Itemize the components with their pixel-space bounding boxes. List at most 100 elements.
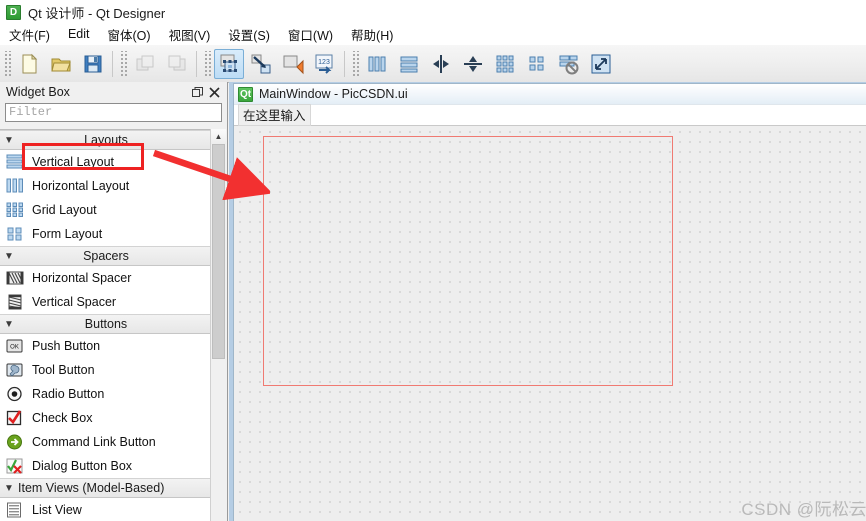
mdi-titlebar[interactable]: Qt MainWindow - PicCSDN.ui bbox=[234, 84, 866, 105]
widget-horizontal-layout[interactable]: Horizontal Layout bbox=[0, 174, 212, 198]
menu-file[interactable]: 文件(F) bbox=[0, 23, 59, 47]
widget-label: Check Box bbox=[32, 411, 93, 425]
save-form-button[interactable] bbox=[78, 49, 108, 79]
csdn-watermark: CSDN @阮松云 bbox=[741, 500, 866, 519]
widget-vertical-spacer[interactable]: Vertical Spacer bbox=[0, 290, 212, 314]
widget-label: Grid Layout bbox=[32, 203, 97, 217]
redo-button[interactable] bbox=[162, 49, 192, 79]
group-header-buttons[interactable]: ▼ Buttons bbox=[0, 314, 212, 334]
window-title: Qt 设计师 - Qt Designer bbox=[28, 5, 166, 21]
form-layout-icon bbox=[3, 224, 27, 244]
adjust-size-button[interactable] bbox=[586, 49, 616, 79]
widget-dialog-button-box[interactable]: Dialog Button Box bbox=[0, 454, 212, 478]
widget-form-layout[interactable]: Form Layout bbox=[0, 222, 212, 246]
widget-list-view[interactable]: List View bbox=[0, 498, 212, 521]
widget-radio-button[interactable]: Radio Button bbox=[0, 382, 212, 406]
toolbar-grip-2[interactable] bbox=[119, 50, 127, 77]
menubar: 文件(F) Edit 窗体(O) 视图(V) 设置(S) 窗口(W) 帮助(H) bbox=[0, 24, 866, 45]
widget-label: Radio Button bbox=[32, 387, 105, 401]
toolbar: 123 bbox=[0, 45, 866, 83]
group-label-spacers: Spacers bbox=[83, 249, 129, 263]
layout-in-grid-button[interactable] bbox=[490, 49, 520, 79]
layout-horizontally-button[interactable] bbox=[362, 49, 392, 79]
group-label-item-views: Item Views (Model-Based) bbox=[18, 481, 165, 495]
layout-vertically-button[interactable] bbox=[394, 49, 424, 79]
toolbar-separator-2 bbox=[196, 50, 197, 77]
menu-view[interactable]: 视图(V) bbox=[160, 23, 220, 47]
widget-label: Push Button bbox=[32, 339, 101, 353]
chevron-down-icon: ▼ bbox=[4, 250, 14, 262]
group-header-spacers[interactable]: ▼ Spacers bbox=[0, 246, 212, 266]
widget-push-button[interactable]: OK Push Button bbox=[0, 334, 212, 358]
new-form-button[interactable] bbox=[14, 49, 44, 79]
toolbar-grip-3[interactable] bbox=[203, 50, 211, 77]
push-button-icon: OK bbox=[3, 336, 27, 356]
widget-box-panel: Widget Box ▼ Layouts bbox=[0, 82, 228, 521]
list-view-icon bbox=[3, 500, 27, 520]
group-header-item-views[interactable]: ▼ Item Views (Model-Based) bbox=[0, 478, 212, 498]
group-header-layouts[interactable]: ▼ Layouts bbox=[0, 130, 212, 150]
widget-horizontal-spacer[interactable]: Horizontal Spacer bbox=[0, 266, 212, 290]
break-layout-button[interactable] bbox=[554, 49, 584, 79]
mdi-window-title: MainWindow - PicCSDN.ui bbox=[259, 87, 408, 101]
svg-text:OK: OK bbox=[10, 345, 19, 351]
toolbar-grip[interactable] bbox=[3, 50, 11, 77]
form-menubar[interactable]: 在这里输入 bbox=[234, 104, 866, 126]
widget-label: Command Link Button bbox=[32, 435, 156, 449]
layout-in-splitter-h-button[interactable] bbox=[426, 49, 456, 79]
layout-in-form-button[interactable] bbox=[522, 49, 552, 79]
layout-in-splitter-v-button[interactable] bbox=[458, 49, 488, 79]
widget-label: Vertical Layout bbox=[32, 155, 114, 169]
tool-button-icon bbox=[3, 360, 27, 380]
widget-box-header: Widget Box bbox=[0, 82, 227, 102]
menu-edit[interactable]: Edit bbox=[59, 25, 99, 44]
float-icon[interactable] bbox=[189, 84, 206, 100]
toolbar-separator bbox=[112, 50, 113, 77]
toolbar-grip-4[interactable] bbox=[351, 50, 359, 77]
menu-settings[interactable]: 设置(S) bbox=[219, 23, 279, 47]
menubar-type-here[interactable]: 在这里输入 bbox=[238, 104, 311, 126]
edit-tab-order-button[interactable]: 123 bbox=[310, 49, 340, 79]
command-link-icon bbox=[3, 432, 27, 452]
chevron-down-icon: ▼ bbox=[4, 482, 14, 494]
undo-button[interactable] bbox=[130, 49, 160, 79]
open-form-button[interactable] bbox=[46, 49, 76, 79]
edit-signals-slots-button[interactable] bbox=[246, 49, 276, 79]
chevron-down-icon: ▼ bbox=[4, 134, 14, 146]
menu-help[interactable]: 帮助(H) bbox=[342, 23, 402, 47]
edit-widgets-button[interactable] bbox=[214, 48, 244, 79]
widget-label: Vertical Spacer bbox=[32, 295, 117, 309]
close-icon[interactable] bbox=[206, 84, 223, 100]
group-label-buttons: Buttons bbox=[84, 317, 128, 331]
widget-vertical-layout[interactable]: Vertical Layout bbox=[0, 150, 212, 174]
menu-window[interactable]: 窗口(W) bbox=[279, 23, 342, 47]
qt-designer-logo-icon: D bbox=[6, 4, 21, 20]
dialog-button-box-icon bbox=[3, 456, 27, 476]
widget-box-scrollbar[interactable]: ▲ bbox=[210, 129, 226, 521]
widget-label: Dialog Button Box bbox=[32, 459, 133, 473]
search-input[interactable] bbox=[5, 102, 222, 122]
widget-grid-layout[interactable]: Grid Layout bbox=[0, 198, 212, 222]
form-canvas[interactable]: CSDN @阮松云 bbox=[234, 126, 866, 521]
radio-button-icon bbox=[3, 384, 27, 404]
widget-label: Form Layout bbox=[32, 227, 103, 241]
vertical-spacer-icon bbox=[3, 292, 27, 312]
check-box-icon bbox=[3, 408, 27, 428]
widget-box-title: Widget Box bbox=[6, 85, 70, 99]
menu-form[interactable]: 窗体(O) bbox=[99, 23, 160, 47]
chevron-down-icon: ▼ bbox=[4, 318, 14, 330]
widget-box-filter-wrap bbox=[0, 102, 227, 124]
vertical-layout-icon bbox=[3, 152, 27, 172]
widget-list: ▼ Layouts Vertical Layout Horizontal Lay… bbox=[0, 129, 212, 521]
widget-label: List View bbox=[32, 503, 82, 517]
svg-text:123: 123 bbox=[318, 59, 330, 66]
edit-buddies-button[interactable] bbox=[278, 49, 308, 79]
central-widget-outline[interactable] bbox=[263, 136, 673, 386]
scrollbar-thumb[interactable] bbox=[212, 144, 225, 359]
horizontal-spacer-icon bbox=[3, 268, 27, 288]
widget-check-box[interactable]: Check Box bbox=[0, 406, 212, 430]
widget-command-link-button[interactable]: Command Link Button bbox=[0, 430, 212, 454]
widget-tool-button[interactable]: Tool Button bbox=[0, 358, 212, 382]
scroll-up-icon[interactable]: ▲ bbox=[211, 129, 226, 144]
group-label-layouts: Layouts bbox=[84, 133, 128, 147]
